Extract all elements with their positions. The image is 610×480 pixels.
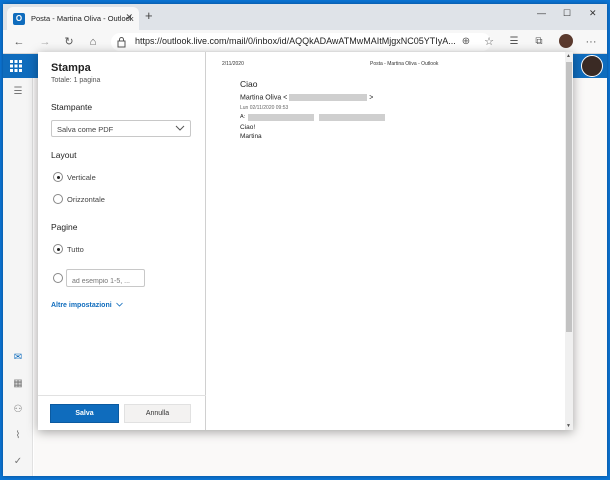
preview-subject: Ciao — [240, 79, 258, 89]
outlook-favicon-icon: O — [13, 12, 25, 25]
browser-toolbar: ← → ↻ ⌂ https://outlook.live.com/mail/0/… — [3, 30, 607, 54]
browser-window: O Posta - Martina Oliva - Outlook ✕ + — … — [3, 4, 607, 476]
more-settings-label: Altre impostazioni — [51, 302, 112, 309]
pages-all-label: Tutto — [67, 245, 84, 254]
new-tab-button[interactable]: + — [145, 9, 153, 22]
app-launcher-icon[interactable] — [9, 59, 23, 73]
profile-avatar[interactable] — [559, 34, 573, 48]
lock-icon — [117, 37, 126, 48]
scrollbar-thumb[interactable] — [566, 62, 572, 332]
print-dialog-footer: Salva Annulla — [38, 395, 206, 430]
preview-sender-name: Martina Oliva < — [240, 94, 288, 102]
address-bar[interactable]: https://outlook.live.com/mail/0/inbox/id… — [111, 33, 491, 51]
preview-sender-close: > — [369, 94, 374, 102]
forward-button[interactable]: → — [37, 34, 53, 50]
hamburger-menu-icon[interactable]: ☰ — [11, 86, 25, 98]
preview-date: 2/11/2020 — [222, 61, 244, 67]
printer-label: Stampante — [51, 102, 93, 112]
tab-close-icon[interactable]: ✕ — [125, 12, 133, 23]
preview-to-label: A: — [240, 114, 246, 120]
scroll-up-icon[interactable]: ▲ — [566, 53, 571, 59]
favorites-button[interactable]: ☆ — [481, 34, 497, 50]
preview-sender: Martina Oliva < > — [240, 94, 373, 101]
reload-button[interactable]: ↻ — [61, 34, 77, 50]
print-dialog: Stampa Totale: 1 pagina Stampante Salva … — [38, 52, 573, 430]
layout-portrait-radio[interactable] — [53, 172, 63, 182]
collections-icon[interactable]: ⧉ — [531, 34, 547, 50]
back-button[interactable]: ← — [11, 34, 27, 50]
minimize-button[interactable]: — — [537, 8, 546, 18]
pages-all-radio[interactable] — [53, 244, 63, 254]
print-page-count: Totale: 1 pagina — [51, 77, 101, 84]
maximize-button[interactable]: ☐ — [563, 8, 571, 19]
more-settings-link[interactable]: Altre impostazioni — [51, 302, 123, 309]
add-icon[interactable]: ⊕ — [458, 34, 474, 50]
calendar-icon[interactable]: ▦ — [11, 378, 25, 390]
redacted-recipient-name — [248, 114, 314, 121]
favorites-bar-icon[interactable]: ☰ — [506, 34, 522, 50]
print-settings-panel: Stampa Totale: 1 pagina Stampante Salva … — [38, 52, 206, 430]
url-text: https://outlook.live.com/mail/0/inbox/id… — [135, 36, 456, 46]
chevron-down-icon — [115, 302, 123, 307]
printer-select[interactable]: Salva come PDF — [51, 120, 191, 137]
cancel-button[interactable]: Annulla — [124, 404, 191, 423]
pages-label: Pagine — [51, 222, 78, 232]
preview-sent-date: Lun 02/11/2020 09:53 — [240, 105, 289, 111]
redacted-recipient-email — [319, 114, 385, 121]
pages-range-radio[interactable] — [53, 273, 63, 283]
preview-scrollbar[interactable]: ▲ ▼ — [565, 52, 573, 430]
mail-icon[interactable]: ✉ — [11, 352, 25, 364]
printer-selected-value: Salva come PDF — [57, 125, 114, 134]
preview-header: Posta - Martina Oliva - Outlook — [370, 61, 439, 67]
browser-tab[interactable]: O Posta - Martina Oliva - Outlook ✕ — [7, 7, 139, 30]
more-menu-button[interactable]: ··· — [583, 34, 599, 50]
layout-landscape-label: Orizzontale — [67, 195, 105, 204]
save-button[interactable]: Salva — [50, 404, 119, 423]
people-icon[interactable]: ⚇ — [11, 404, 25, 416]
home-button[interactable]: ⌂ — [85, 34, 101, 50]
close-window-button[interactable]: ✕ — [589, 8, 597, 19]
layout-label: Layout — [51, 150, 77, 160]
layout-portrait-label: Verticale — [67, 173, 96, 182]
pages-range-input-wrapper — [66, 269, 145, 290]
pages-range-input[interactable] — [67, 273, 144, 290]
chevron-down-icon — [175, 125, 185, 131]
layout-landscape-radio[interactable] — [53, 194, 63, 204]
attach-icon[interactable]: ⌇ — [11, 430, 25, 442]
scroll-down-icon[interactable]: ▼ — [566, 423, 571, 429]
todo-icon[interactable]: ✓ — [11, 456, 25, 468]
print-preview: 2/11/2020 Posta - Martina Oliva - Outloo… — [206, 52, 573, 430]
account-avatar[interactable] — [581, 55, 603, 77]
preview-body-line-2: Martina — [240, 133, 262, 140]
print-title: Stampa — [51, 62, 91, 74]
preview-body-line-1: Ciao! — [240, 124, 256, 131]
redacted-email — [289, 94, 368, 101]
tab-title: Posta - Martina Oliva - Outlook — [31, 14, 134, 23]
outlook-left-rail: ☰ ✉ ▦ ⚇ ⌇ ✓ — [3, 78, 33, 476]
tab-strip: O Posta - Martina Oliva - Outlook ✕ + — … — [3, 4, 607, 30]
